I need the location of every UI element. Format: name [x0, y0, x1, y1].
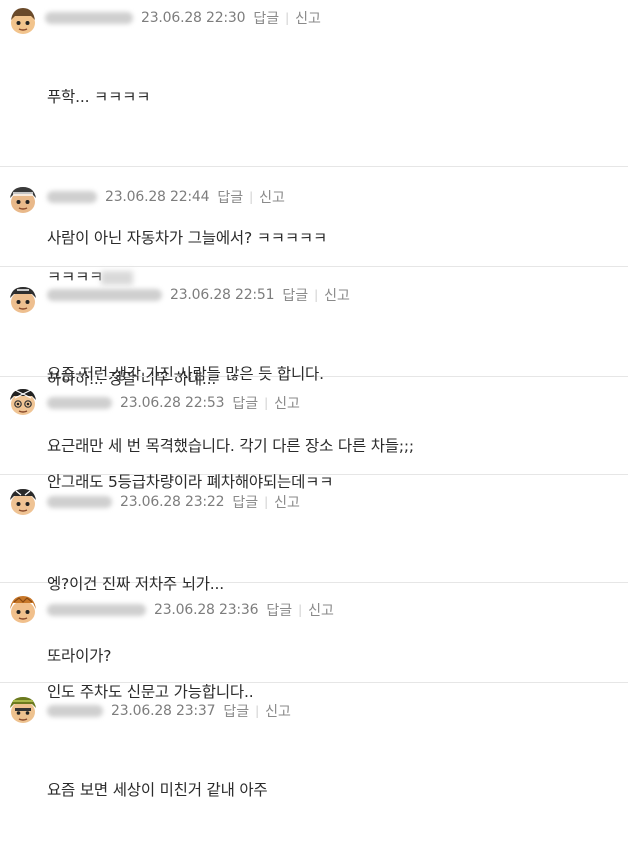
comment-date: 23.06.28 23:22 [120, 494, 225, 510]
comment-meta: 23.06.28 23:36 답글 | 신고 [47, 601, 334, 619]
user-avatar-icon[interactable] [7, 284, 39, 316]
user-avatar-icon[interactable] [7, 5, 39, 37]
report-link[interactable]: 신고 [274, 393, 300, 413]
comment-meta: 23.06.28 22:53 답글 | 신고 [47, 394, 300, 412]
report-link[interactable]: 신고 [308, 600, 334, 620]
reply-link[interactable]: 답글 [266, 600, 292, 620]
comment-item: 23.06.28 23:22 답글 | 신고 엥?이건 진짜 저차주 뇌가...… [0, 475, 628, 665]
separator: | [264, 495, 269, 509]
separator: | [249, 190, 254, 204]
comment-meta: 23.06.28 22:51 답글 | 신고 [47, 286, 350, 304]
comment-item: 23.06.28 23:36 답글 | 신고 인도 주차도 신문고 가능합니다.… [0, 583, 628, 701]
nickname-blurred[interactable] [47, 191, 97, 203]
comment-date: 23.06.28 22:53 [120, 395, 225, 411]
comment-meta: 23.06.28 22:44 답글 | 신고 [47, 188, 285, 206]
comment-meta: 23.06.28 23:22 답글 | 신고 [47, 493, 300, 511]
report-link[interactable]: 신고 [295, 8, 321, 28]
user-avatar-icon[interactable] [7, 184, 39, 216]
comment-item: 23.06.28 22:51 답글 | 신고 요즘 저런 생각 가진 사람들 많… [0, 267, 628, 455]
nickname-blurred[interactable] [45, 12, 133, 24]
user-avatar-icon[interactable] [7, 386, 39, 418]
nickname-blurred[interactable] [47, 397, 112, 409]
separator: | [314, 288, 319, 302]
separator: | [298, 603, 303, 617]
comment-date: 23.06.28 22:30 [141, 10, 246, 26]
separator: | [255, 704, 260, 718]
reply-link[interactable]: 답글 [253, 8, 279, 28]
comment-item: 23.06.28 23:37 답글 | 신고 요즘 보면 세상이 미친거 같내 … [0, 683, 628, 799]
comment-line: 요즘 보면 세상이 미친거 같내 아주 [47, 781, 268, 799]
nickname-blurred[interactable] [47, 604, 146, 616]
comment-date: 23.06.28 22:44 [105, 189, 210, 205]
reply-link[interactable]: 답글 [232, 492, 258, 512]
comment-meta: 23.06.28 23:37 답글 | 신고 [47, 702, 291, 720]
comment-line: 푸학... ㅋㅋㅋㅋ [47, 88, 151, 106]
comment-date: 23.06.28 23:36 [154, 602, 259, 618]
user-avatar-icon[interactable] [7, 486, 39, 518]
comment-date: 23.06.28 23:37 [111, 703, 216, 719]
comment-date: 23.06.28 22:51 [170, 287, 275, 303]
nickname-blurred[interactable] [47, 289, 162, 301]
user-avatar-icon[interactable] [7, 694, 39, 726]
report-link[interactable]: 신고 [265, 701, 291, 721]
report-link[interactable]: 신고 [274, 492, 300, 512]
user-avatar-icon[interactable] [7, 594, 39, 626]
reply-link[interactable]: 답글 [282, 285, 308, 305]
nickname-blurred[interactable] [47, 496, 112, 508]
comment-meta: 23.06.28 22:30 답글 | 신고 [45, 9, 321, 27]
reply-link[interactable]: 답글 [217, 187, 243, 207]
comment-item: 23.06.28 22:44 답글 | 신고 ㅋㅋㅋㅋ [0, 167, 628, 286]
report-link[interactable]: 신고 [259, 187, 285, 207]
reply-link[interactable]: 답글 [232, 393, 258, 413]
comment-body: 요즘 보면 세상이 미친거 같내 아주 [47, 730, 268, 850]
comment-item: 23.06.28 22:53 답글 | 신고 안그래도 5등급차량이라 폐차해야… [0, 377, 628, 491]
comment-list: 23.06.28 22:30 답글 | 신고 푸학... ㅋㅋㅋㅋ 사람이 아닌… [0, 0, 628, 799]
reply-link[interactable]: 답글 [223, 701, 249, 721]
separator: | [285, 11, 290, 25]
separator: | [264, 396, 269, 410]
nickname-blurred[interactable] [47, 705, 103, 717]
report-link[interactable]: 신고 [324, 285, 350, 305]
comment-item: 23.06.28 22:30 답글 | 신고 푸학... ㅋㅋㅋㅋ 사람이 아닌… [0, 0, 628, 388]
